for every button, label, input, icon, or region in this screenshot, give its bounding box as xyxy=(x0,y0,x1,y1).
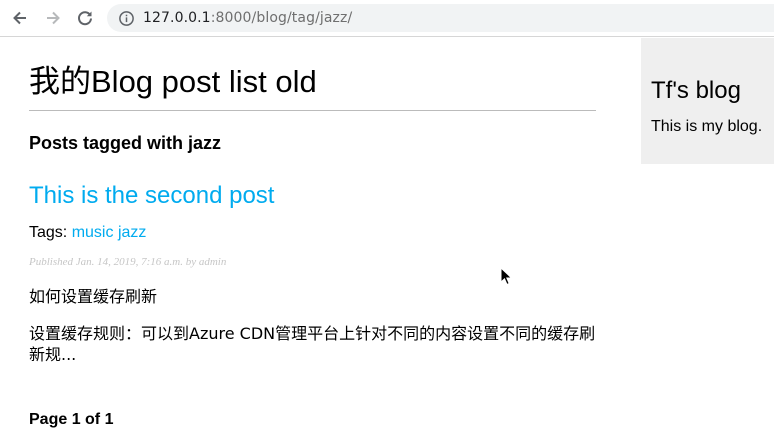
pagination-info: Page 1 of 1 xyxy=(29,411,114,428)
tag-link-jazz[interactable]: jazz xyxy=(118,224,146,241)
tag-link-music[interactable]: music xyxy=(72,224,114,241)
post-title-link[interactable]: This is the second post xyxy=(29,182,596,210)
url-text[interactable]: 127.0.0.1:8000/blog/tag/jazz/ xyxy=(143,10,352,26)
arrow-right-icon xyxy=(47,11,60,25)
reload-icon xyxy=(78,11,92,26)
sidebar-title: Tf's blog xyxy=(651,77,741,104)
sidebar-description: This is my blog. xyxy=(651,118,763,135)
arrow-left-icon xyxy=(13,11,26,25)
sidebar: Tf's blog This is my blog. xyxy=(641,38,774,164)
title-divider xyxy=(29,110,596,111)
mouse-cursor-icon xyxy=(500,267,513,286)
reload-button[interactable] xyxy=(73,7,97,29)
back-button[interactable] xyxy=(8,7,32,29)
url-path: :8000/blog/tag/jazz/ xyxy=(210,10,353,26)
page-title: 我的Blog post list old xyxy=(29,64,317,99)
post-tags: Tags: music jazz xyxy=(29,224,596,242)
tag-heading: Posts tagged with jazz xyxy=(29,133,222,153)
tags-label: Tags: xyxy=(29,224,68,241)
main-content: 我的Blog post list old Posts tagged with j… xyxy=(29,38,596,365)
post-excerpt-body: 设置缓存规则：可以到Azure CDN管理平台上针对不同的内容设置不同的缓存刷新… xyxy=(29,324,596,364)
address-bar[interactable]: 127.0.0.1:8000/blog/tag/jazz/ xyxy=(107,4,774,32)
browser-toolbar: 127.0.0.1:8000/blog/tag/jazz/ xyxy=(0,0,774,37)
url-host: 127.0.0.1 xyxy=(143,10,211,26)
info-icon[interactable] xyxy=(117,9,135,27)
forward-button[interactable] xyxy=(41,7,65,29)
